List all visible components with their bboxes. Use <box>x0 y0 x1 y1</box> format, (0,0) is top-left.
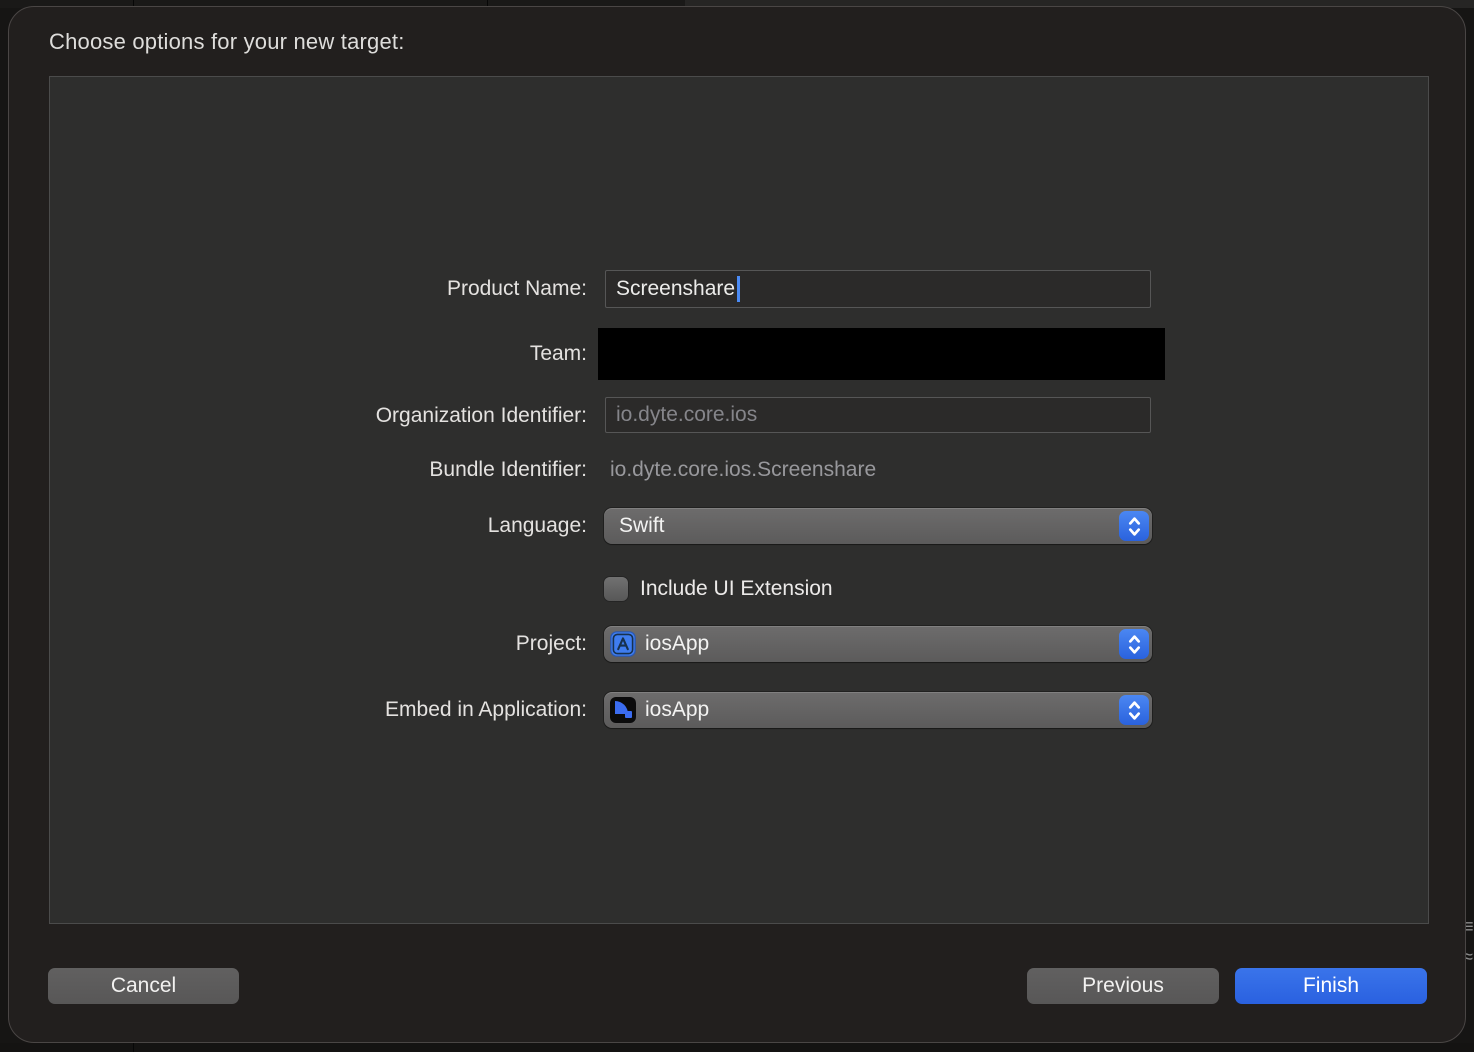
include-ui-extension-label[interactable]: Include UI Extension <box>640 575 833 603</box>
previous-button[interactable]: Previous <box>1027 968 1219 1004</box>
organization-identifier-placeholder: io.dyte.core.ios <box>616 403 757 427</box>
organization-identifier-label: Organization Identifier: <box>50 402 587 430</box>
text-caret <box>737 276 740 302</box>
project-label: Project: <box>50 630 587 658</box>
new-target-options-sheet: Choose options for your new target: Prod… <box>8 6 1466 1043</box>
background-divider <box>133 1043 134 1052</box>
cancel-button[interactable]: Cancel <box>48 968 239 1004</box>
sheet-title: Choose options for your new target: <box>49 29 405 55</box>
embed-in-application-popup[interactable]: iosApp <box>604 692 1152 728</box>
project-selected-value: iosApp <box>636 632 709 656</box>
up-down-chevrons-icon[interactable] <box>1119 695 1149 725</box>
embed-selected-value: iosApp <box>636 698 709 722</box>
product-name-input[interactable]: Screenshare <box>605 270 1151 308</box>
team-label: Team: <box>50 340 587 368</box>
embed-in-application-label: Embed in Application: <box>50 696 587 724</box>
language-label: Language: <box>50 512 587 540</box>
up-down-chevrons-icon[interactable] <box>1119 511 1149 541</box>
app-store-a-icon <box>610 631 636 657</box>
up-down-chevrons-icon[interactable] <box>1119 629 1149 659</box>
finish-button[interactable]: Finish <box>1235 968 1427 1004</box>
bundle-identifier-value: io.dyte.core.ios.Screenshare <box>610 456 876 484</box>
organization-identifier-input[interactable]: io.dyte.core.ios <box>605 397 1151 433</box>
include-ui-extension-checkbox[interactable] <box>604 577 628 601</box>
app-target-icon <box>610 697 636 723</box>
options-form-panel: Product Name: Screenshare Team: Organiza… <box>49 76 1429 924</box>
product-name-label: Product Name: <box>50 275 587 303</box>
language-selected-value: Swift <box>604 514 665 538</box>
team-popup-redacted[interactable] <box>598 328 1165 380</box>
product-name-value: Screenshare <box>616 277 735 301</box>
language-popup[interactable]: Swift <box>604 508 1152 544</box>
project-popup[interactable]: iosApp <box>604 626 1152 662</box>
background-window-bottom-strip <box>0 1043 1474 1052</box>
bundle-identifier-label: Bundle Identifier: <box>50 456 587 484</box>
screen: ≡ ≈ Choose options for your new target: … <box>0 0 1474 1052</box>
